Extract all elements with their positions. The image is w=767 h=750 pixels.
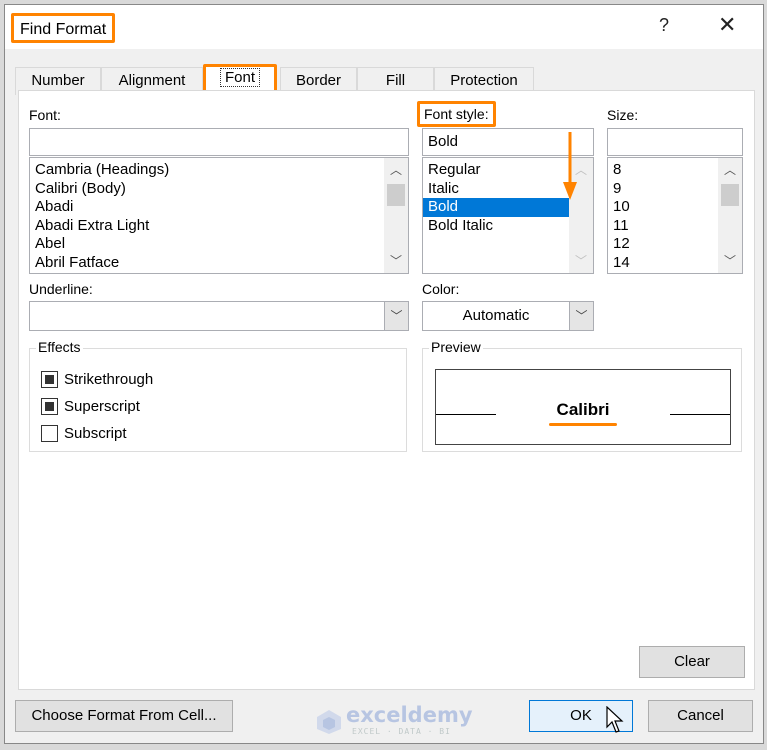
- annotation-arrow-icon: [563, 132, 577, 200]
- cancel-button[interactable]: Cancel: [648, 700, 753, 732]
- help-button[interactable]: ?: [659, 15, 669, 36]
- preview-title: Preview: [429, 339, 483, 355]
- effects-group: Effects Strikethrough Superscript Subscr…: [29, 339, 407, 452]
- mouse-cursor-icon: [606, 706, 624, 733]
- font-label: Font:: [29, 107, 61, 123]
- font-option[interactable]: Calibri (Body): [30, 180, 408, 199]
- effects-title: Effects: [36, 339, 83, 355]
- subscript-label: Subscript: [64, 424, 127, 442]
- underline-label: Underline:: [29, 281, 93, 297]
- font-option[interactable]: Abadi Extra Light: [30, 217, 408, 236]
- scroll-up-icon[interactable]: ︿: [384, 160, 408, 180]
- size-input[interactable]: [607, 128, 743, 156]
- scroll-up-icon[interactable]: ︿: [718, 160, 742, 180]
- scroll-down-icon: ﹀: [574, 254, 587, 268]
- color-dropdown[interactable]: Automatic ﹀: [422, 301, 594, 331]
- strikethrough-label: Strikethrough: [64, 370, 154, 388]
- scroll-down-icon[interactable]: ﹀: [718, 251, 742, 271]
- font-style-option[interactable]: Regular: [423, 161, 569, 180]
- font-style-option-selected[interactable]: Bold: [423, 198, 569, 217]
- superscript-checkbox[interactable]: Superscript: [41, 396, 140, 416]
- font-style-label: Font style:: [417, 101, 496, 127]
- checkbox-unchecked-icon[interactable]: [41, 424, 58, 442]
- scroll-thumb[interactable]: [387, 184, 405, 206]
- font-scrollbar[interactable]: ︿ ﹀: [384, 158, 408, 273]
- superscript-label: Superscript: [64, 397, 140, 415]
- dialog-title: Find Format: [11, 13, 116, 43]
- font-option[interactable]: Abril Fatface: [30, 254, 408, 273]
- title-bar: Find Format ? ✕: [5, 5, 763, 49]
- font-option[interactable]: Cambria (Headings): [30, 161, 408, 180]
- checkbox-indeterminate-icon[interactable]: [41, 370, 58, 388]
- size-listbox[interactable]: 8 9 10 11 12 14 ︿ ﹀: [607, 157, 743, 274]
- watermark-tagline: EXCEL · DATA · BI: [352, 727, 451, 736]
- font-style-option[interactable]: Italic: [423, 180, 569, 199]
- tab-font-label: Font: [219, 68, 261, 87]
- watermark-brand: exceldemy: [346, 703, 473, 727]
- font-tab-panel: Font: Cambria (Headings) Calibri (Body) …: [18, 90, 755, 690]
- scroll-thumb[interactable]: [721, 184, 739, 206]
- font-option[interactable]: Abel: [30, 235, 408, 254]
- watermark: exceldemy EXCEL · DATA · BI: [312, 703, 473, 739]
- find-format-dialog: Find Format ? ✕ Number Alignment Font Bo…: [4, 4, 764, 744]
- choose-format-from-cell-button[interactable]: Choose Format From Cell...: [15, 700, 233, 732]
- scroll-down-icon[interactable]: ﹀: [384, 251, 408, 271]
- close-button[interactable]: ✕: [718, 12, 736, 38]
- highlight-underline: [549, 423, 617, 426]
- strikethrough-checkbox[interactable]: Strikethrough: [41, 369, 153, 389]
- chevron-down-icon[interactable]: ﹀: [384, 302, 408, 330]
- size-scrollbar[interactable]: ︿ ﹀: [718, 158, 742, 273]
- color-label: Color:: [422, 281, 460, 297]
- font-input[interactable]: [29, 128, 409, 156]
- preview-text: Calibri: [556, 400, 610, 419]
- color-value: Automatic: [462, 307, 530, 324]
- chevron-down-icon[interactable]: ﹀: [569, 302, 593, 330]
- exceldemy-logo-icon: [317, 710, 341, 734]
- preview-group: Preview Calibri: [422, 339, 742, 452]
- size-label: Size:: [607, 107, 639, 123]
- clear-button[interactable]: Clear: [639, 646, 745, 678]
- font-listbox[interactable]: Cambria (Headings) Calibri (Body) Abadi …: [29, 157, 409, 274]
- checkbox-indeterminate-icon[interactable]: [41, 397, 58, 415]
- subscript-checkbox[interactable]: Subscript: [41, 423, 127, 443]
- underline-dropdown[interactable]: ﹀: [29, 301, 409, 331]
- font-style-option[interactable]: Bold Italic: [423, 217, 569, 236]
- underline-value: [30, 302, 384, 330]
- font-option[interactable]: Abadi: [30, 198, 408, 217]
- preview-box: Calibri: [435, 369, 731, 445]
